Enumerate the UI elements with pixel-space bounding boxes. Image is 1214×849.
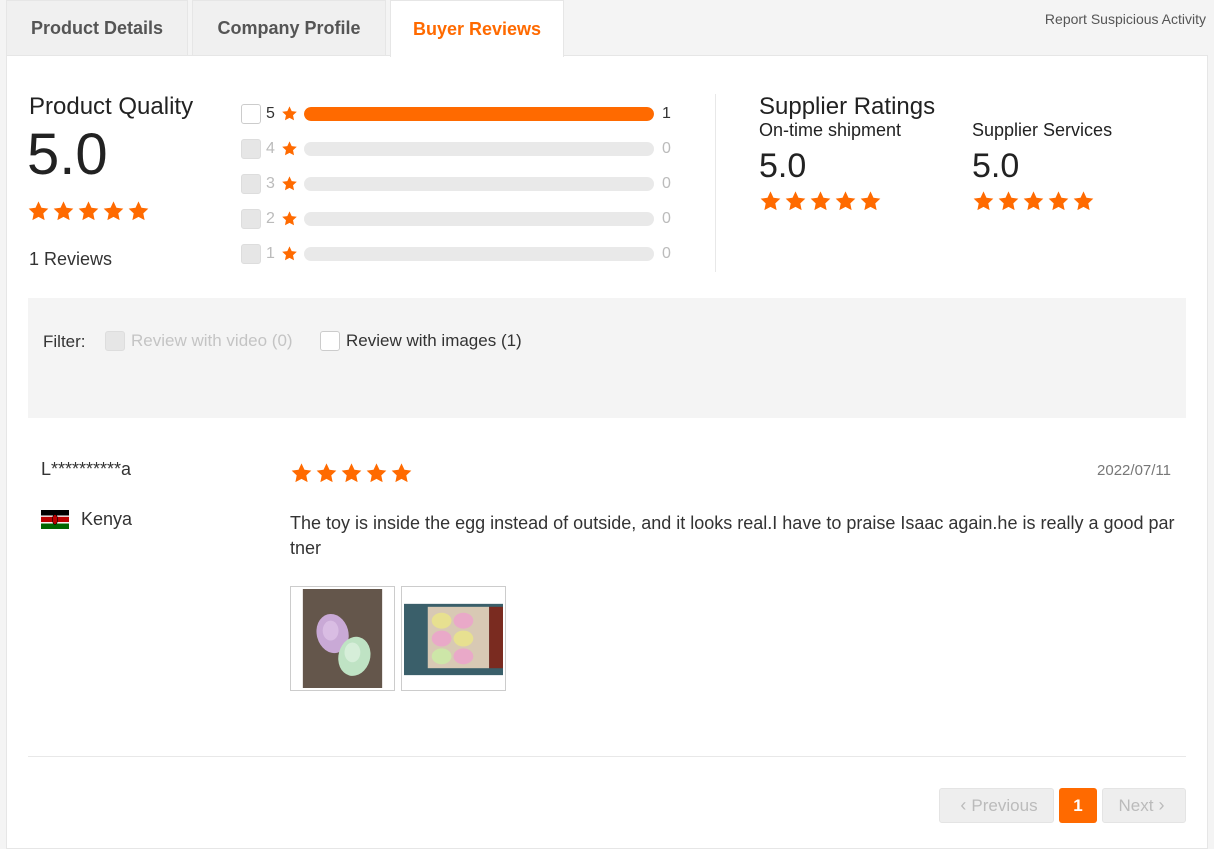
supplier-services-stars [972,190,1112,212]
star-icon [77,200,100,222]
rating-count: 0 [662,244,671,262]
previous-page-label: Previous [971,795,1038,815]
filter-video-label: Review with video (0) [131,331,293,350]
filter-video-option[interactable]: Review with video (0) [105,331,293,351]
kenya-flag-icon [41,510,69,529]
star-icon [281,105,298,122]
review-stars [290,462,413,484]
rating-bar [304,246,654,261]
star-icon [1047,190,1070,212]
star-icon [759,190,782,212]
next-page-label: Next [1118,795,1154,815]
star-icon [281,245,298,262]
previous-page-button[interactable]: ‹ Previous [939,788,1054,823]
divider [28,756,1186,757]
review-date: 2022/07/11 [1097,462,1171,479]
star-icon [997,190,1020,212]
review-image-thumbnail[interactable] [290,586,395,691]
star-icon [127,200,150,222]
star-icon [972,190,995,212]
filter-video-checkbox[interactable] [105,331,125,351]
chevron-left-icon: ‹ [960,795,967,815]
rating-count: 0 [662,174,671,192]
rating-filter-checkbox[interactable] [241,173,261,194]
star-icon [52,200,75,222]
on-time-shipment-label: On-time shipment [759,120,902,140]
on-time-shipment-stars [759,190,901,212]
rating-row-1: 10 [241,236,681,271]
rating-row-3: 30 [241,166,681,201]
rating-count: 0 [662,209,671,227]
supplier-services-score: 5.0 [972,147,1020,185]
rating-filter-checkbox[interactable] [241,103,261,124]
star-icon [27,200,50,222]
rating-bar [304,141,654,156]
star-icon [1072,190,1095,212]
star-icon [834,190,857,212]
review-text: The toy is inside the egg instead of out… [290,513,1175,558]
star-icon [102,200,125,222]
report-suspicious-activity-link[interactable]: Report Suspicious Activity [1045,11,1206,27]
filter-bar: Filter: Review with video (0) Review wit… [28,298,1186,418]
rating-row-2: 20 [241,201,681,236]
rating-count: 1 [662,104,671,122]
chevron-right-icon: › [1158,795,1165,815]
on-time-shipment-rating: On-time shipment 5.0 [759,120,901,212]
star-icon [281,175,298,192]
rating-level: 1 [266,244,275,262]
star-icon [1022,190,1045,212]
filter-images-option[interactable]: Review with images (1) [320,331,522,351]
star-icon [281,210,298,227]
filter-images-checkbox[interactable] [320,331,340,351]
supplier-services-rating: Supplier Services 5.0 [972,120,1112,212]
rating-filter-checkbox[interactable] [241,138,261,159]
on-time-shipment-score: 5.0 [759,147,807,185]
supplier-services-label: Supplier Services [972,120,1113,140]
rating-level: 2 [266,209,275,227]
rating-bar-fill [304,106,654,121]
tab-company-profile[interactable]: Company Profile [192,0,386,56]
rating-level: 3 [266,174,275,192]
tab-buyer-reviews[interactable]: Buyer Reviews [390,0,564,57]
star-icon [859,190,882,212]
tab-bar: Product Details Company Profile Buyer Re… [0,0,1214,57]
rating-filter-checkbox[interactable] [241,243,261,264]
rating-level: 4 [266,139,275,157]
divider [715,94,716,272]
reviewer-country: Kenya [41,509,132,530]
star-icon [290,462,313,484]
star-icon [281,140,298,157]
product-quality-score: 5.0 [27,122,108,187]
reviews-count: 1 Reviews [29,249,113,269]
review-image-thumbnail[interactable] [401,586,506,691]
rating-bar [304,106,654,121]
reviews-panel: Product Quality 5.0 1 Reviews 5140302010… [6,55,1208,849]
product-quality-stars [27,200,150,222]
rating-row-4: 40 [241,131,681,166]
page-1-button[interactable]: 1 [1059,788,1097,823]
tab-product-details[interactable]: Product Details [6,0,188,56]
next-page-button[interactable]: Next › [1102,788,1186,823]
rating-count: 0 [662,139,671,157]
star-icon [315,462,338,484]
rating-distribution: 5140302010 [241,96,681,271]
star-icon [365,462,388,484]
supplier-ratings-title: Supplier Ratings [759,93,936,120]
rating-filter-checkbox[interactable] [241,208,261,229]
rating-level: 5 [266,104,275,122]
rating-row-5: 51 [241,96,681,131]
reviewer-name: L**********a [41,459,132,479]
product-quality-title: Product Quality [29,93,194,120]
reviewer-country-label: Kenya [81,509,133,529]
filter-label: Filter: [43,332,86,351]
star-icon [340,462,363,484]
rating-bar [304,176,654,191]
filter-images-label: Review with images (1) [346,331,522,350]
star-icon [390,462,413,484]
star-icon [809,190,832,212]
rating-bar [304,211,654,226]
star-icon [784,190,807,212]
